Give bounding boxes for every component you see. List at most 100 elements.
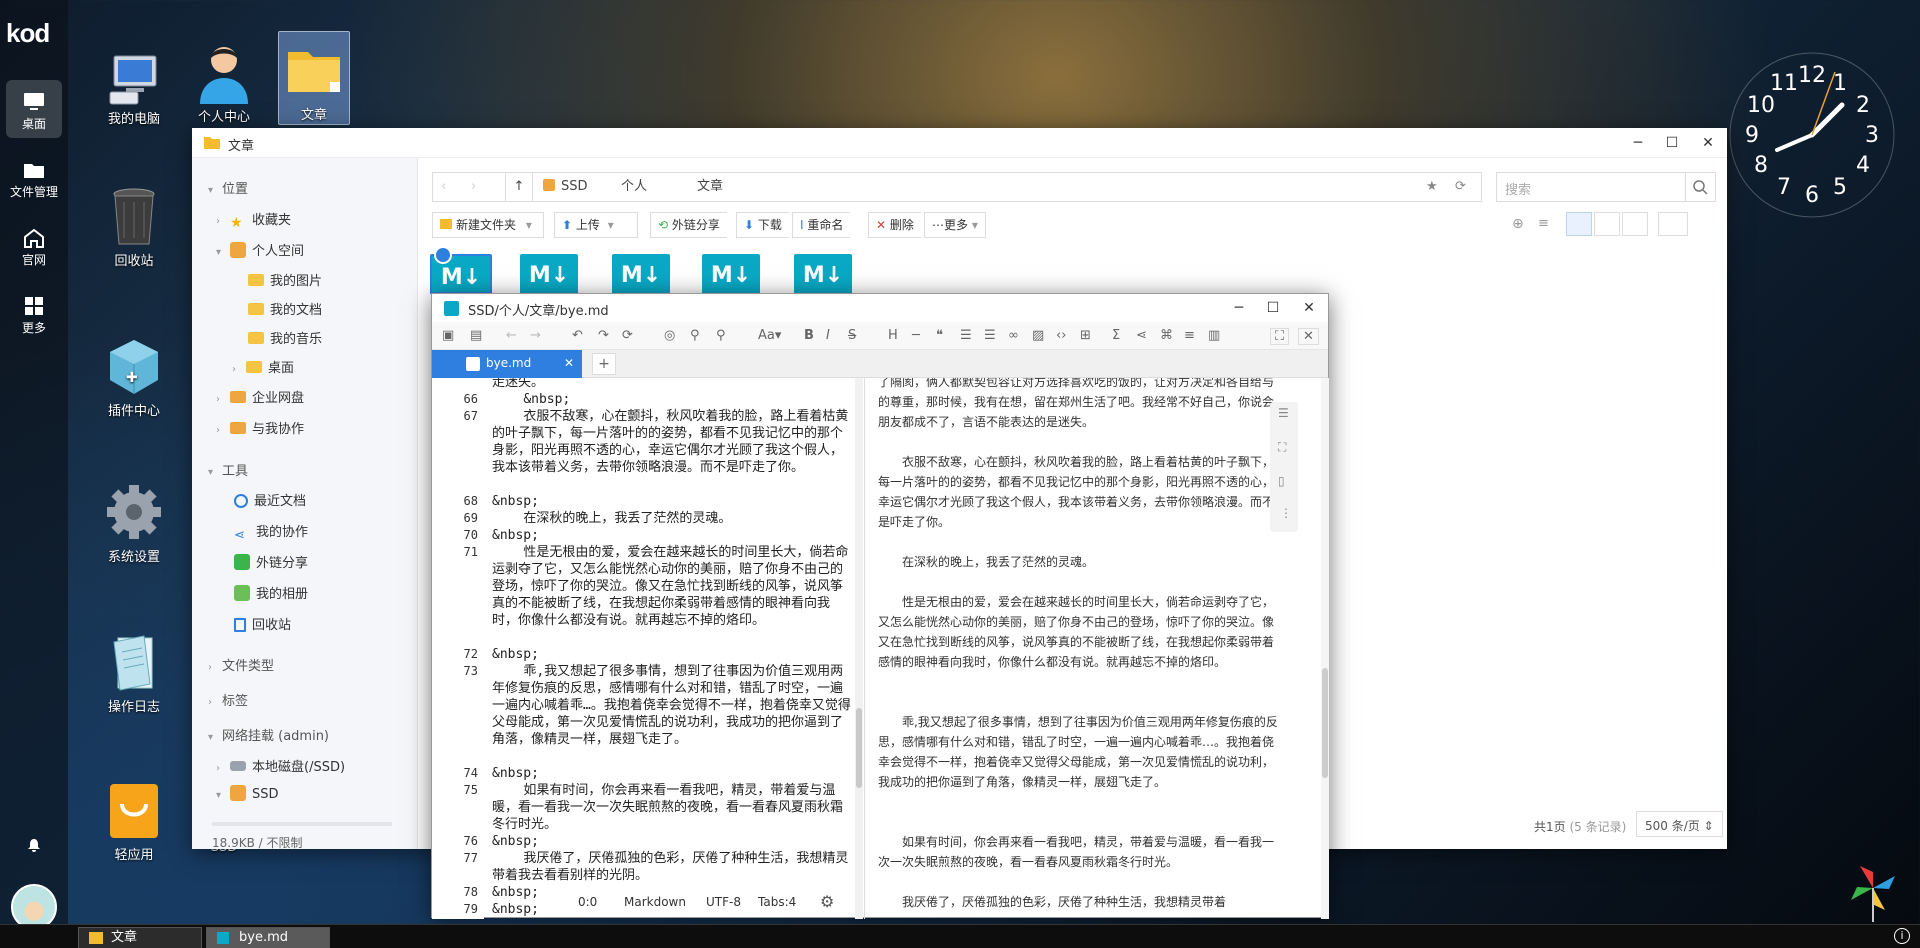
rename-button[interactable]: Ⅰ 重命名 (792, 212, 851, 238)
dock-item-desktop[interactable]: 桌面 (6, 80, 62, 138)
breadcrumb-personal[interactable]: 个人 (621, 173, 647, 201)
back-button[interactable]: ‹ (441, 173, 446, 201)
link-icon[interactable]: ∞ (1008, 328, 1019, 343)
sidebar-item-my-pictures[interactable]: 我的图片 (248, 270, 322, 289)
address-bar[interactable]: ‹ › ↑ SSD 个人 文章 ★ ⟳ (432, 172, 1482, 202)
file-thumb-md[interactable]: M↓ (612, 254, 670, 294)
desktop-icon-light-apps[interactable]: 轻应用 (96, 780, 172, 863)
refresh-icon[interactable]: ⟳ (1455, 173, 1466, 201)
list-view-button[interactable] (1594, 212, 1620, 236)
ordered-list-icon[interactable]: ☰ (960, 328, 972, 343)
sidebar-item-collab-with-me[interactable]: › 与我协作 (216, 418, 304, 437)
sidebar-item-personal-space[interactable]: ▾ 个人空间 (216, 240, 304, 259)
locate-icon[interactable]: ◎ (664, 328, 675, 343)
info-icon[interactable]: i (1894, 928, 1910, 944)
file-thumb-md[interactable]: M↓ (520, 254, 578, 294)
tab-bye-md[interactable]: bye.md ✕ (432, 350, 582, 378)
up-arrow-icon[interactable]: ↑ (505, 173, 533, 201)
code-scrollbar[interactable] (855, 378, 863, 919)
search-input[interactable]: 搜索 (1496, 172, 1686, 202)
desktop-icon-log[interactable]: 操作日志 (96, 632, 172, 715)
italic-icon[interactable]: I (826, 328, 830, 343)
book-icon[interactable]: ▯ (1278, 474, 1285, 488)
language-mode[interactable]: Markdown (624, 895, 686, 909)
dock-item-more[interactable]: 更多 (6, 284, 62, 342)
save-all-icon[interactable]: ▤ (470, 328, 482, 343)
scroll-thumb[interactable] (856, 708, 862, 788)
editor-split-divider[interactable] (864, 378, 865, 919)
sidebar-item-my-music[interactable]: 我的音乐 (248, 328, 322, 347)
scroll-thumb[interactable] (1322, 668, 1328, 778)
download-button[interactable]: ⬇ 下载 (736, 212, 789, 238)
tab-size[interactable]: Tabs:4 (758, 895, 796, 909)
hr-icon[interactable]: ─ (912, 328, 920, 343)
sidebar-item-recent-docs[interactable]: 最近文档 (234, 490, 306, 509)
star-icon[interactable]: ★ (1426, 173, 1438, 201)
encoding[interactable]: UTF-8 (706, 895, 741, 909)
redo-icon[interactable]: ↷ (598, 328, 609, 343)
breadcrumb-articles[interactable]: 文章 (697, 173, 723, 201)
breadcrumb-ssd[interactable]: SSD (543, 173, 588, 201)
file-thumb-md[interactable]: M↓ (794, 254, 852, 294)
external-share-button[interactable]: ⟲ 外链分享 (650, 212, 727, 238)
mindmap-icon[interactable]: ⋖ (1136, 328, 1147, 343)
editor-titlebar[interactable]: SSD/个人/文章/bye.md ─ ☐ ✕ (432, 294, 1328, 322)
more-vertical-icon[interactable]: ⋮ (1280, 506, 1292, 520)
sidebar-item-desktop[interactable]: › 桌面 (232, 357, 294, 376)
font-icon[interactable]: Aa▾ (758, 328, 781, 343)
bold-icon[interactable]: B (804, 328, 814, 343)
save-icon[interactable]: ▣ (442, 328, 454, 343)
more-button[interactable]: ⋯更多 ▾ (924, 212, 986, 238)
search-icon[interactable]: ⚲ (690, 328, 700, 343)
dock-item-files[interactable]: 文件管理 (6, 148, 62, 206)
dock-item-website[interactable]: 官网 (6, 216, 62, 274)
minimize-button[interactable]: ─ (1627, 132, 1649, 154)
toc-icon[interactable]: ☰ (1278, 406, 1289, 420)
sidebar-item-my-album[interactable]: 我的相册 (234, 583, 308, 602)
forward-button[interactable]: › (471, 173, 476, 201)
desktop-icon-my-computer[interactable]: 我的电脑 (96, 50, 172, 127)
preview-scrollbar[interactable] (1321, 378, 1329, 919)
sidebar-item-recycle[interactable]: 回收站 (234, 614, 291, 633)
desktop-icon-plugins[interactable]: ✚ 插件中心 (96, 336, 172, 419)
sidebar-item-external-share[interactable]: 外链分享 (234, 552, 308, 571)
replace-icon[interactable]: ⚲ (716, 328, 726, 343)
close-button[interactable]: ✕ (1298, 297, 1320, 319)
unordered-list-icon[interactable]: ☰ (984, 328, 996, 343)
strikethrough-icon[interactable]: S (848, 328, 856, 343)
sidebar-section-location[interactable]: ▾ 位置 (208, 178, 248, 197)
sidebar-item-local-disk[interactable]: › 本地磁盘(/SSD) (216, 756, 345, 775)
forward-icon[interactable]: → (530, 328, 541, 343)
expand-icon[interactable]: ⛶ (1278, 440, 1286, 455)
desktop-icon-settings[interactable]: 系统设置 (96, 482, 172, 565)
sidebar-section-tags[interactable]: › 标签 (208, 690, 248, 709)
desktop-icon-user-center[interactable]: 个人中心 (186, 40, 262, 125)
flowchart-icon[interactable]: ⌘ (1160, 328, 1173, 343)
sidebar-item-my-documents[interactable]: 我的文档 (248, 299, 322, 318)
maximize-button[interactable]: ☐ (1262, 297, 1284, 319)
file-thumb-md[interactable]: M↓ (702, 254, 760, 294)
bell-icon[interactable] (27, 838, 41, 852)
zoom-icon[interactable]: ⊕ (1512, 216, 1524, 232)
per-page-select[interactable]: 500 条/页 ⇕ (1636, 811, 1723, 837)
split-view-button[interactable] (1622, 212, 1648, 236)
table-icon[interactable]: ⊞ (1080, 328, 1091, 343)
explorer-titlebar[interactable]: 文章 ─ ☐ ✕ (192, 128, 1727, 158)
taskbar-item-articles[interactable]: 文章 (78, 927, 202, 948)
heading-icon[interactable]: H (888, 328, 898, 343)
refresh-icon[interactable]: ⟳ (622, 328, 633, 343)
undo-icon[interactable]: ↶ (572, 328, 583, 343)
sidebar-item-favorites[interactable]: › ★ 收藏夹 (216, 209, 291, 231)
fullscreen-icon[interactable]: ⛶ (1270, 328, 1290, 345)
brand-logo[interactable]: kod (6, 18, 50, 49)
formula-icon[interactable]: Σ (1112, 328, 1120, 343)
image-icon[interactable]: ▨ (1032, 328, 1044, 343)
code-icon[interactable]: ‹› (1056, 328, 1066, 343)
minimize-button[interactable]: ─ (1228, 297, 1250, 319)
delete-button[interactable]: ✕ 删除 (868, 212, 921, 238)
icon-view-button[interactable] (1566, 212, 1592, 236)
sidebar-section-file-type[interactable]: › 文件类型 (208, 655, 274, 674)
sidebar-item-enterprise-disk[interactable]: › 企业网盘 (216, 387, 304, 406)
gear-icon[interactable]: ⚙ (820, 892, 834, 911)
search-icon[interactable] (1686, 172, 1716, 202)
